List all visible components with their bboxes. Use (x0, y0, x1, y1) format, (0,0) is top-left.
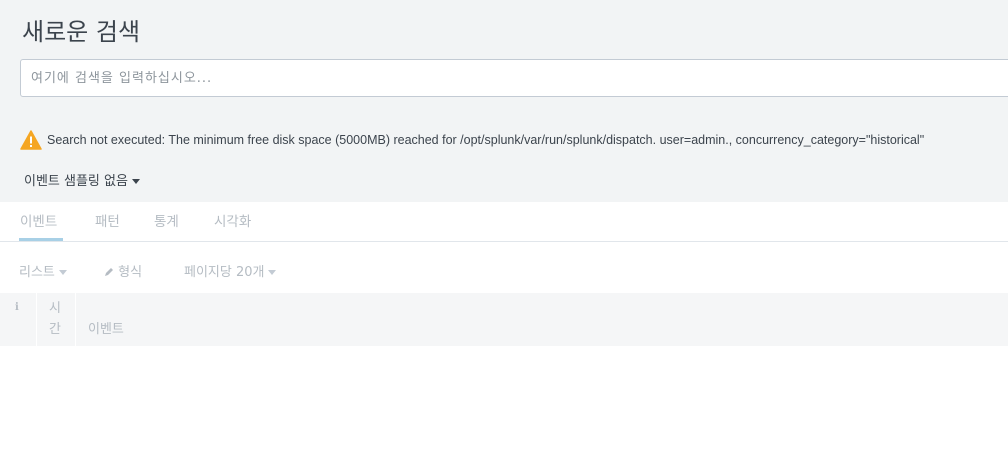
result-tabs: 이벤트 패턴 통계 시각화 (0, 202, 1008, 242)
event-column-label: 이벤트 (88, 322, 124, 337)
format-button[interactable]: 형식 (104, 261, 142, 280)
warning-icon (20, 130, 42, 150)
active-tab-indicator (19, 238, 63, 241)
warning-text: Search not executed: The minimum free di… (47, 133, 925, 147)
info-icon: i (15, 302, 19, 313)
search-header-area: 새로운 검색 Search not executed: The minimum … (0, 0, 1008, 202)
chevron-down-icon (58, 270, 67, 275)
time-column-label: 시간 (49, 301, 61, 337)
tab-visualization[interactable]: 시각화 (214, 210, 251, 230)
event-sampling-dropdown[interactable]: 이벤트 샘플링 없음 (24, 170, 140, 189)
list-view-dropdown[interactable]: 리스트 (19, 261, 67, 280)
time-column-header[interactable]: 시간 (37, 293, 76, 346)
search-box[interactable] (20, 59, 1008, 97)
events-toolbar: 리스트 형식 페이지당 20개 (0, 258, 1008, 282)
page-title: 새로운 검색 (22, 18, 141, 46)
pencil-icon (105, 268, 113, 276)
chevron-down-icon (268, 270, 277, 275)
info-column-header: i (0, 293, 37, 346)
tab-patterns[interactable]: 패턴 (95, 210, 120, 230)
event-sampling-label: 이벤트 샘플링 없음 (24, 174, 128, 189)
per-page-label: 페이지당 20개 (184, 265, 265, 280)
chevron-down-icon (131, 179, 140, 184)
events-table-header: i 시간 이벤트 (0, 293, 1008, 346)
format-label: 형식 (118, 265, 143, 280)
tab-statistics[interactable]: 통계 (154, 210, 179, 230)
per-page-dropdown[interactable]: 페이지당 20개 (184, 261, 277, 280)
tab-events[interactable]: 이벤트 (20, 210, 57, 230)
search-input[interactable] (31, 60, 991, 96)
list-view-label: 리스트 (19, 265, 55, 280)
